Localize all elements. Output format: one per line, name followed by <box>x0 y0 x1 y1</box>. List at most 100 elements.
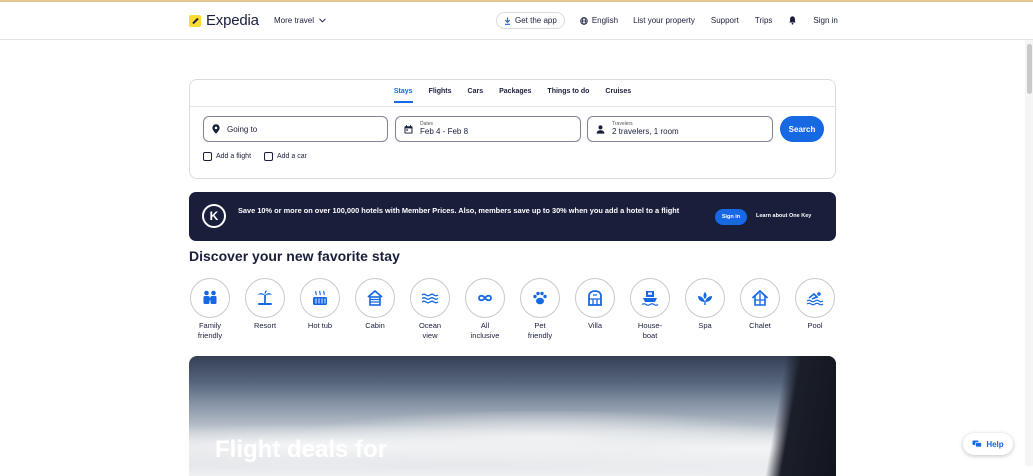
category-label: Spa <box>698 321 712 330</box>
category-hot-tub[interactable]: Hot tub <box>293 278 347 331</box>
chat-bubble-icon <box>972 440 983 448</box>
tabs-divider <box>190 106 835 107</box>
support-label: Support <box>710 16 739 25</box>
add-car-checkbox[interactable] <box>264 152 273 161</box>
category-spa[interactable]: Spa <box>678 278 732 331</box>
travelers-value: 2 travelers, 1 room <box>612 127 679 137</box>
language-label: English <box>591 16 619 25</box>
more-travel-menu[interactable]: More travel <box>274 16 326 25</box>
category-icon-circle <box>740 278 780 318</box>
category-label: Pool <box>807 321 823 330</box>
expedia-logo-icon <box>189 14 201 27</box>
travelers-field[interactable]: Travelers 2 travelers, 1 room <box>587 116 773 142</box>
member-prices-message: Save 10% or more on over 100,000 hotels … <box>238 206 680 215</box>
paw-icon <box>533 291 547 305</box>
airplane-window-frame <box>756 356 836 476</box>
category-icon-circle <box>520 278 560 318</box>
tab-cruises[interactable]: Cruises <box>605 88 631 103</box>
category-resort[interactable]: Resort <box>238 278 292 331</box>
trips-label: Trips <box>754 16 773 25</box>
category-label: Ocean view <box>418 321 442 340</box>
bell-icon <box>789 16 797 25</box>
category-villa[interactable]: Villa <box>568 278 622 331</box>
dates-content: Dates Feb 4 - Feb 8 <box>420 121 468 137</box>
tab-things-to-do[interactable]: Things to do <box>547 88 589 103</box>
category-ocean-view[interactable]: Ocean view <box>403 278 457 341</box>
category-icon-circle <box>300 278 340 318</box>
add-flight-checkbox[interactable] <box>203 152 212 161</box>
language-selector[interactable]: English <box>580 16 618 25</box>
category-icon-circle <box>630 278 670 318</box>
category-icon-circle <box>355 278 395 318</box>
add-flight-label: Add a flight <box>216 153 252 160</box>
page-scrollbar[interactable] <box>1025 40 1033 466</box>
search-button[interactable]: Search <box>780 116 824 142</box>
category-icon-circle <box>465 278 505 318</box>
get-the-app-label: Get the app <box>515 16 557 25</box>
banner-sign-in-button[interactable]: Sign in <box>715 209 747 225</box>
category-family-friendly[interactable]: Family friendly <box>183 278 237 341</box>
tab-stays[interactable]: Stays <box>393 88 413 103</box>
infinity-icon <box>478 294 492 302</box>
tab-packages[interactable]: Packages <box>499 88 531 103</box>
category-icon-circle <box>685 278 725 318</box>
location-pin-icon <box>212 124 220 134</box>
lotus-icon <box>698 292 712 305</box>
calendar-icon <box>404 124 413 133</box>
one-key-banner: K Save 10% or more on over 100,000 hotel… <box>189 192 836 241</box>
waves-icon <box>421 293 439 304</box>
help-button[interactable]: Help <box>963 433 1013 455</box>
chevron-down-icon <box>319 18 326 23</box>
add-car-option[interactable]: Add a car <box>264 152 307 161</box>
more-travel-label: More travel <box>274 16 315 25</box>
swimmer-icon <box>806 292 824 306</box>
category-label: Villa <box>587 321 603 330</box>
category-pet-friendly[interactable]: Pet friendly <box>513 278 567 341</box>
houseboat-icon <box>641 291 659 306</box>
learn-about-one-key-link[interactable]: Learn about One Key <box>756 213 811 219</box>
villa-icon <box>588 290 602 306</box>
category-icon-circle <box>575 278 615 318</box>
family-icon <box>203 290 217 304</box>
get-the-app-button[interactable]: Get the app <box>496 12 565 29</box>
add-flight-option[interactable]: Add a flight <box>203 152 251 161</box>
going-to-placeholder: Going to <box>227 124 258 134</box>
tab-flights[interactable]: Flights <box>429 88 452 103</box>
notifications-button[interactable] <box>788 16 797 25</box>
list-your-property-link[interactable]: List your property <box>633 16 695 25</box>
category-icon-circle <box>190 278 230 318</box>
chalet-icon <box>751 289 769 306</box>
hero-title: Flight deals for <box>215 436 388 463</box>
category-houseboat[interactable]: House- boat <box>623 278 677 341</box>
going-to-field[interactable]: Going to <box>203 116 388 142</box>
category-all-inclusive[interactable]: All inclusive <box>458 278 512 341</box>
category-chalet[interactable]: Chalet <box>733 278 787 331</box>
sign-in-link[interactable]: Sign in <box>813 16 837 25</box>
globe-icon <box>580 16 588 25</box>
scrollbar-thumb[interactable] <box>1027 44 1032 94</box>
search-form: Stays Flights Cars Packages Things to do… <box>189 79 836 179</box>
tab-cars[interactable]: Cars <box>468 88 484 103</box>
category-pool[interactable]: Pool <box>788 278 842 331</box>
category-label: Hot tub <box>307 321 333 330</box>
site-header: Expedia More travel Get the app English … <box>0 2 1033 40</box>
travelers-content: Travelers 2 travelers, 1 room <box>612 121 679 137</box>
expedia-logo[interactable]: Expedia <box>189 12 259 29</box>
download-icon <box>504 17 511 25</box>
cabin-icon <box>367 289 383 306</box>
category-label: Cabin <box>365 321 385 330</box>
category-cabin[interactable]: Cabin <box>348 278 402 331</box>
add-car-label: Add a car <box>277 153 307 160</box>
product-tabs: Stays Flights Cars Packages Things to do… <box>190 88 835 103</box>
category-icon-circle <box>795 278 835 318</box>
trips-link[interactable]: Trips <box>755 16 772 25</box>
dates-field[interactable]: Dates Feb 4 - Feb 8 <box>395 116 581 142</box>
discover-heading: Discover your new favorite stay <box>189 248 400 264</box>
brand-name: Expedia <box>206 12 259 29</box>
support-link[interactable]: Support <box>711 16 739 25</box>
flight-deals-hero[interactable]: Flight deals for <box>189 356 836 476</box>
palm-tree-icon <box>258 290 272 305</box>
category-label: Family friendly <box>197 321 223 340</box>
help-label: Help <box>986 439 1004 449</box>
category-icon-circle <box>410 278 450 318</box>
